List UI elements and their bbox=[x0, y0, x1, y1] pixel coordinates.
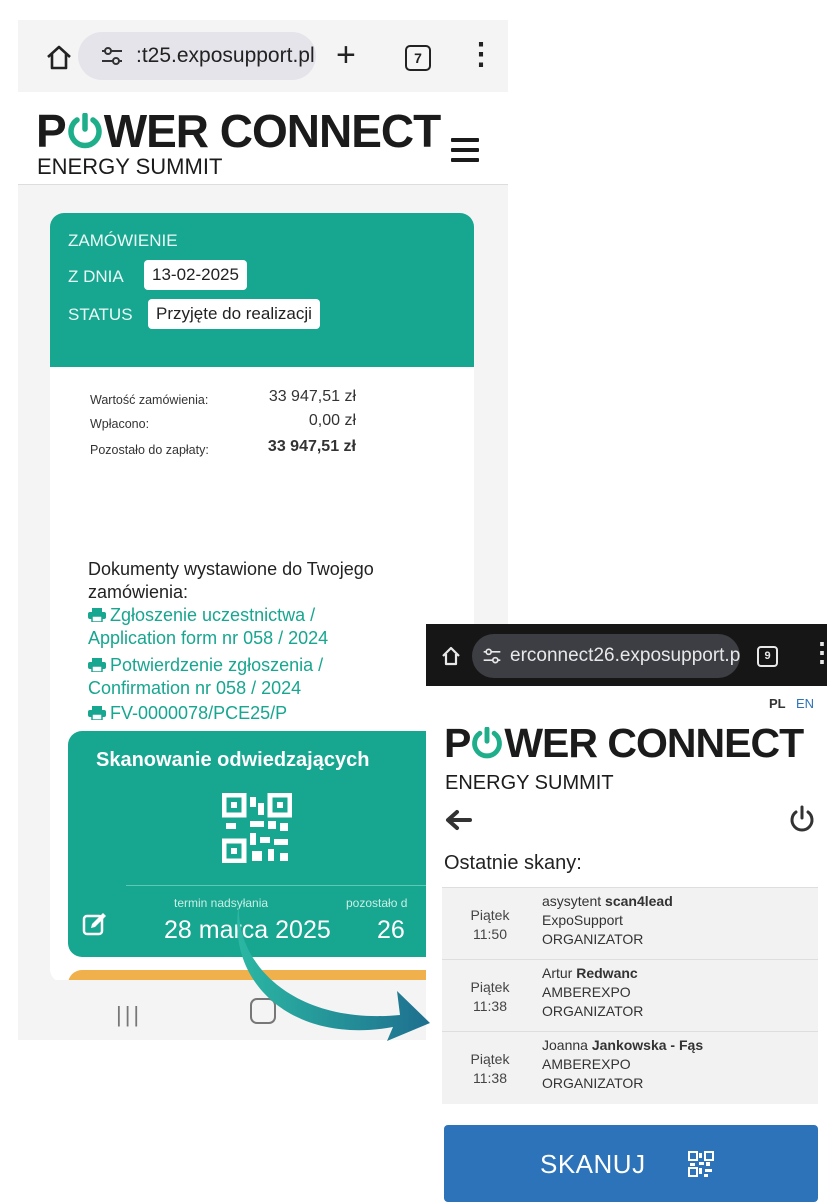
doc-link-invoice[interactable]: FV-0000078/PCE25/P bbox=[88, 702, 287, 725]
documents-title: Dokumenty wystawione do Twojego zamówien… bbox=[88, 559, 374, 602]
scan-list-item[interactable]: Piątek 11:50 asysytent scan4lead ExpoSupp… bbox=[442, 887, 818, 960]
site-settings-icon[interactable] bbox=[100, 46, 124, 66]
browser-toolbar: erconnect26.exposupport.pl 9 ⋮ bbox=[426, 624, 827, 686]
new-tab-button[interactable]: + bbox=[336, 38, 356, 72]
order-date-value: 13-02-2025 bbox=[144, 260, 247, 290]
paid-amount: 0,00 zł bbox=[308, 412, 356, 429]
curved-arrow-icon bbox=[237, 903, 430, 1041]
back-arrow-icon[interactable] bbox=[444, 809, 472, 831]
lang-en-link[interactable]: EN bbox=[796, 696, 814, 711]
tab-count-button[interactable]: 9 bbox=[757, 646, 778, 667]
url-text: erconnect26.exposupport.pl bbox=[510, 645, 740, 666]
order-status-badge: Przyjęte do realizacji bbox=[148, 299, 320, 329]
contact-company: AMBEREXPO bbox=[542, 984, 631, 1000]
doc-link-text: Potwierdzenie zgłoszenia / bbox=[110, 655, 324, 675]
scan-time: 11:50 bbox=[473, 926, 507, 942]
printer-icon bbox=[88, 706, 106, 720]
contact-company: AMBEREXPO bbox=[542, 1056, 631, 1072]
contact-last-name: Jankowska - Fąs bbox=[591, 1037, 704, 1053]
scan-day: Piątek 11:50 bbox=[442, 906, 538, 944]
qr-code-icon bbox=[222, 793, 292, 863]
browser-toolbar: :t25.exposupport.pl + 7 ⋮ bbox=[18, 20, 508, 92]
contact-company: ExpoSupport bbox=[542, 912, 623, 928]
recent-scans-title: Ostatnie skany: bbox=[444, 852, 582, 874]
contact-last-name: Redwanc bbox=[576, 965, 638, 981]
right-phone-screen: erconnect26.exposupport.pl 9 ⋮ PL EN P W… bbox=[426, 624, 827, 1202]
scan-contact: asysytent scan4lead ExpoSupport ORGANIZA… bbox=[542, 892, 673, 949]
contact-role: ORGANIZATOR bbox=[542, 1003, 644, 1019]
scan-day: Piątek 11:38 bbox=[442, 978, 538, 1016]
logo-power-connect[interactable]: P WER CONNECT bbox=[36, 104, 441, 158]
url-text: :t25.exposupport.pl bbox=[136, 44, 315, 67]
hamburger-menu-icon[interactable] bbox=[451, 138, 479, 168]
doc-link-text: FV-0000078/PCE25/P bbox=[110, 703, 288, 723]
doc-link-confirmation-number[interactable]: Confirmation nr 058 / 2024 bbox=[88, 677, 301, 700]
scan-time: 11:38 bbox=[473, 1070, 507, 1086]
printer-icon bbox=[88, 608, 106, 622]
remaining-label: Pozostało do zapłaty: bbox=[90, 443, 209, 457]
doc-link-confirmation[interactable]: Potwierdzenie zgłoszenia / bbox=[88, 654, 323, 677]
logout-power-icon[interactable] bbox=[788, 805, 816, 833]
scan-button-label: SKANUJ bbox=[540, 1149, 646, 1179]
order-heading: ZAMÓWIENIE bbox=[68, 231, 178, 250]
order-date-label: Z DNIA bbox=[68, 267, 124, 286]
doc-link-application-form[interactable]: Zgłoszenie uczestnictwa / bbox=[88, 604, 315, 627]
recent-apps-button[interactable]: ||| bbox=[116, 1002, 142, 1028]
logo-power-connect[interactable]: P WER CONNECT bbox=[444, 720, 804, 767]
remaining-amount: 33 947,51 zł bbox=[267, 438, 356, 455]
tab-count-button[interactable]: 7 bbox=[405, 45, 431, 71]
logo-subtitle: ENERGY SUMMIT bbox=[445, 772, 614, 794]
home-icon[interactable] bbox=[44, 42, 74, 72]
browser-menu-button[interactable]: ⋮ bbox=[809, 639, 827, 665]
order-value-amount: 33 947,51 zł bbox=[268, 388, 356, 405]
scan-weekday: Piątek bbox=[470, 1051, 510, 1067]
scan-button[interactable]: SKANUJ bbox=[444, 1125, 818, 1202]
contact-role: ORGANIZATOR bbox=[542, 931, 644, 947]
order-status-label: STATUS bbox=[68, 305, 133, 324]
paid-label: Wpłacono: bbox=[90, 417, 150, 431]
order-value-label: Wartość zamówienia: bbox=[90, 393, 209, 407]
scan-weekday: Piątek bbox=[470, 907, 510, 923]
contact-first-name: Joanna bbox=[542, 1037, 588, 1053]
contact-first-name: Artur bbox=[542, 965, 573, 981]
lang-pl-link[interactable]: PL bbox=[769, 696, 786, 711]
home-icon[interactable] bbox=[440, 645, 462, 667]
address-bar[interactable]: :t25.exposupport.pl bbox=[78, 32, 316, 80]
logo-subtitle: ENERGY SUMMIT bbox=[37, 154, 223, 179]
scan-contact: Joanna Jankowska - Fąs AMBEREXPO ORGANIZ… bbox=[542, 1036, 703, 1093]
power-logo-icon bbox=[67, 112, 102, 149]
site-header: P WER CONNECT ENERGY SUMMIT bbox=[18, 92, 508, 185]
scan-list-item[interactable]: Piątek 11:38 Joanna Jankowska - Fąs AMBER… bbox=[442, 1031, 818, 1104]
site-settings-icon[interactable] bbox=[482, 647, 502, 665]
scan-weekday: Piątek bbox=[470, 979, 510, 995]
doc-link-application-form-number[interactable]: Application form nr 058 / 2024 bbox=[88, 627, 328, 650]
scan-list-item[interactable]: Piątek 11:38 Artur Redwanc AMBEREXPO ORGA… bbox=[442, 959, 818, 1032]
address-bar[interactable]: erconnect26.exposupport.pl bbox=[472, 634, 740, 678]
qr-code-icon bbox=[688, 1151, 714, 1177]
contact-last-name: scan4lead bbox=[605, 893, 673, 909]
power-logo-icon bbox=[472, 726, 503, 759]
printer-icon bbox=[88, 658, 106, 672]
scanning-title: Skanowanie odwiedzających bbox=[96, 749, 370, 771]
scan-day: Piątek 11:38 bbox=[442, 1050, 538, 1088]
contact-first-name: asysytent bbox=[542, 893, 602, 909]
contact-role: ORGANIZATOR bbox=[542, 1075, 644, 1091]
order-header: ZAMÓWIENIE Z DNIA 13-02-2025 STATUS Przy… bbox=[50, 213, 474, 367]
edit-icon[interactable] bbox=[82, 911, 108, 937]
scan-time: 11:38 bbox=[473, 998, 507, 1014]
doc-link-text: Zgłoszenie uczestnictwa / bbox=[110, 605, 316, 625]
scan-contact: Artur Redwanc AMBEREXPO ORGANIZATOR bbox=[542, 964, 643, 1021]
browser-menu-button[interactable]: ⋮ bbox=[466, 40, 496, 70]
